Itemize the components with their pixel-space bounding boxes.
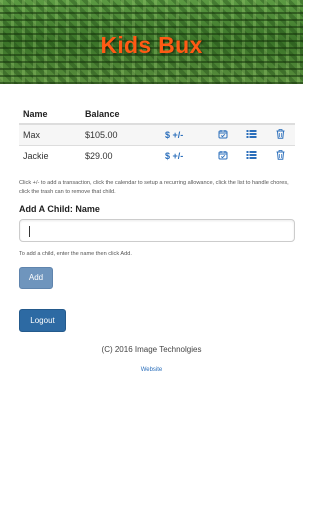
- name-column-header: Name: [19, 104, 81, 125]
- table-row: Max $105.00 $ +/-: [19, 123, 295, 145]
- copyright-text: (C) 2016 Image Technolgies: [101, 345, 202, 354]
- logout-button[interactable]: Logout: [19, 309, 66, 332]
- calendar-icon[interactable]: [218, 129, 228, 141]
- children-table: Name Balance Max $105.00 $ +/- Jackie $2…: [19, 104, 295, 166]
- trash-icon[interactable]: [276, 149, 285, 162]
- transaction-link[interactable]: $ +/-: [165, 151, 183, 161]
- trash-icon[interactable]: [276, 128, 285, 141]
- calendar-icon[interactable]: [218, 150, 228, 162]
- header-banner: Kids Bux: [0, 0, 303, 84]
- text-caret: [29, 226, 30, 237]
- table-row: Jackie $29.00 $ +/-: [19, 144, 295, 166]
- child-name: Jackie: [19, 144, 81, 166]
- calendar-column-header: [208, 104, 237, 125]
- app-title: Kids Bux: [100, 32, 203, 58]
- list-icon[interactable]: [246, 150, 257, 162]
- child-balance: $29.00: [81, 144, 161, 166]
- child-name-input[interactable]: [19, 219, 295, 242]
- add-child-hint: To add a child, enter the name then clic…: [19, 251, 132, 257]
- instructions-text: Click +/- to add a transaction, click th…: [19, 180, 289, 195]
- website-link[interactable]: Website: [0, 367, 303, 373]
- child-name: Max: [19, 123, 81, 145]
- add-button[interactable]: Add: [19, 267, 53, 289]
- list-column-header: [237, 104, 266, 125]
- transaction-column-header: [161, 104, 208, 125]
- trash-column-header: [266, 104, 295, 125]
- transaction-link[interactable]: $ +/-: [165, 130, 183, 140]
- table-header-row: Name Balance: [19, 104, 295, 125]
- add-child-label: Add A Child: Name: [19, 204, 100, 214]
- balance-column-header: Balance: [81, 104, 161, 125]
- list-icon[interactable]: [246, 129, 257, 141]
- child-balance: $105.00: [81, 123, 161, 145]
